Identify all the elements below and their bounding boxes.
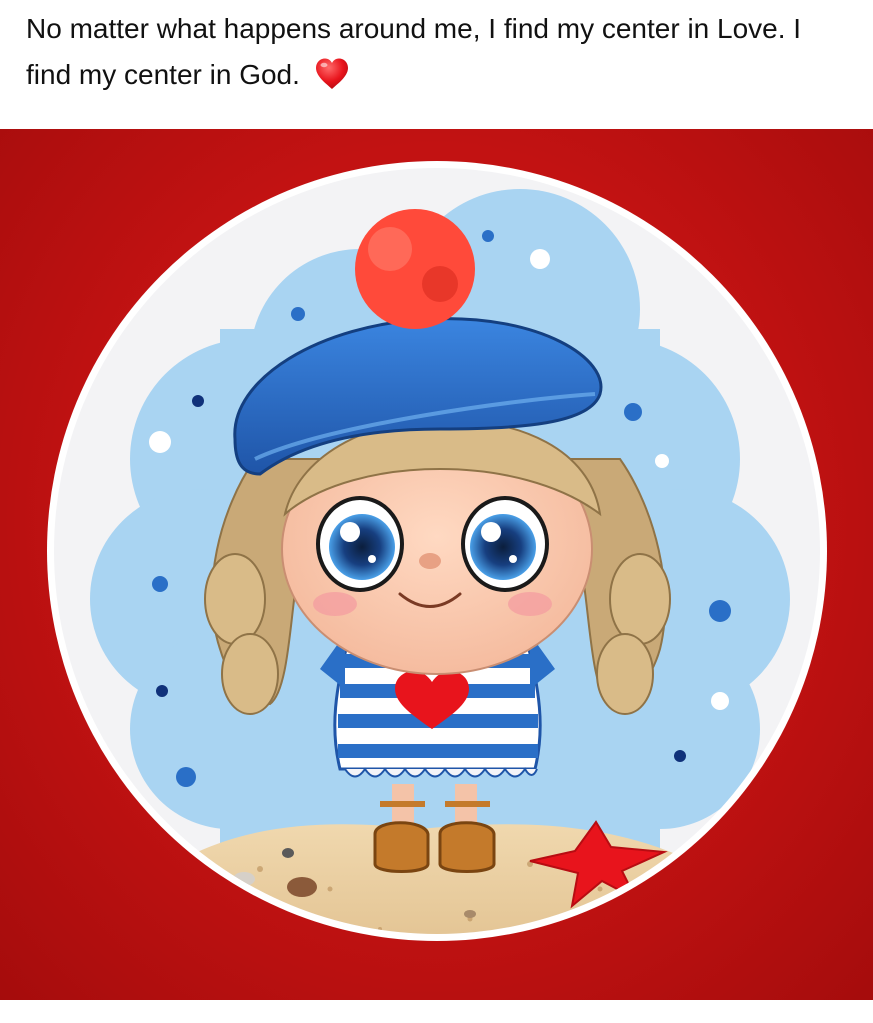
post-image[interactable] — [0, 129, 873, 1000]
post-caption: No matter what happens around me, I find… — [26, 6, 846, 98]
post-footer-strip — [0, 1000, 873, 1023]
social-post: No matter what happens around me, I find… — [0, 0, 873, 1023]
post-caption-text: No matter what happens around me, I find… — [26, 13, 802, 90]
red-heart-icon — [314, 57, 350, 91]
cartoon-girl-illustration — [47, 161, 827, 941]
pompom — [355, 209, 475, 329]
